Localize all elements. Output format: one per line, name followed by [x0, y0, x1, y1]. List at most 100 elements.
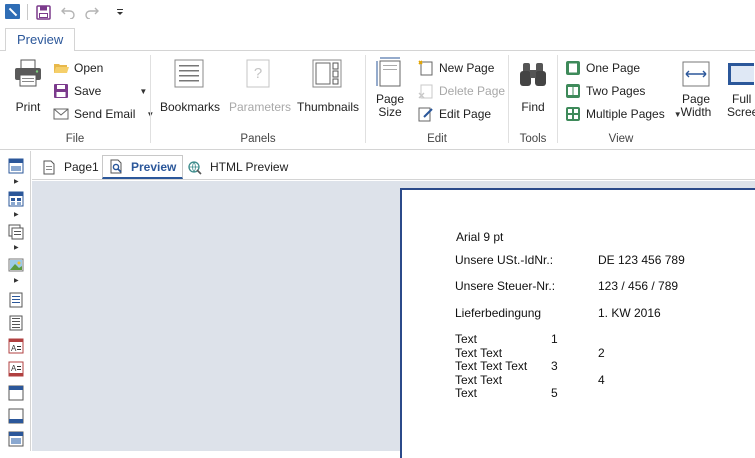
tab-preview-label: Preview — [131, 159, 177, 174]
page-icon — [42, 160, 56, 175]
save-icon[interactable] — [33, 2, 53, 22]
multiple-pages-icon — [565, 106, 581, 122]
quick-access-toolbar — [0, 0, 755, 24]
row-value: 1. KW 2016 — [598, 306, 661, 320]
full-screen-label-2: Screen — [727, 105, 755, 119]
page-header-band-icon[interactable] — [8, 292, 24, 308]
expand-arrow-icon[interactable]: ▶ — [14, 211, 19, 218]
data-band-icon[interactable] — [8, 315, 24, 331]
file-group: Print Open Save ▼ Send Email ▼ File — [0, 51, 154, 150]
delete-page-button[interactable]: Delete Page — [418, 81, 505, 101]
tools-group-label: Tools — [519, 133, 547, 145]
font-note: Arial 9 pt — [456, 230, 504, 244]
row-value: 123 / 456 / 789 — [598, 279, 679, 293]
text-row-text: Text — [455, 332, 478, 346]
tools-group: Find Tools — [509, 51, 557, 150]
page-width-label-2: Width — [680, 105, 712, 119]
edit-page-button[interactable]: Edit Page — [418, 104, 491, 124]
text-row-num: 3 — [551, 359, 558, 373]
save-button[interactable]: Save ▼ — [53, 81, 147, 101]
print-button[interactable]: Print — [8, 57, 48, 114]
text-row-text: Text Text — [455, 372, 503, 387]
preview-icon — [109, 159, 123, 174]
multiple-pages-button[interactable]: Multiple Pages ▼ — [565, 104, 682, 124]
tab-html-preview[interactable]: HTML Preview — [182, 155, 294, 179]
one-page-icon — [565, 60, 581, 76]
find-button[interactable]: Find — [517, 57, 549, 114]
tab-page1[interactable]: Page1 — [36, 155, 105, 179]
open-button[interactable]: Open — [53, 58, 103, 78]
document-tab-strip: Page1 Preview HTML Preview — [32, 151, 755, 180]
send-email-label: Send Email — [74, 107, 136, 121]
expand-arrow-icon[interactable]: ▶ — [14, 244, 19, 251]
view-group-label: View — [608, 133, 634, 145]
text-component-icon[interactable]: A — [8, 338, 24, 354]
new-page-icon — [418, 60, 434, 76]
tab-preview[interactable]: Preview — [5, 28, 76, 52]
rich-text-component-icon[interactable]: A — [8, 361, 24, 377]
panel-icon[interactable] — [8, 431, 24, 447]
multiple-pages-label: Multiple Pages — [586, 107, 665, 121]
panels-group: Bookmarks ? Parameters Thumbnails Panels — [151, 51, 365, 150]
expand-arrow-icon[interactable]: ▶ — [14, 277, 19, 284]
svg-text:A: A — [11, 344, 17, 353]
save-dropdown-icon[interactable]: ▼ — [139, 87, 147, 96]
redo-icon[interactable] — [82, 2, 102, 22]
save-label: Save — [74, 84, 102, 98]
page-size-button[interactable]: Page Size — [372, 57, 408, 119]
folder-open-icon — [53, 60, 69, 76]
text-row-num: 1 — [551, 332, 558, 346]
thumbnails-icon — [311, 57, 343, 89]
thumbnails-button[interactable]: Thumbnails — [297, 57, 360, 114]
page-size-icon — [374, 57, 406, 89]
text-row-num: 5 — [551, 386, 558, 400]
undo-icon[interactable] — [58, 2, 78, 22]
cross-band-icon[interactable] — [8, 191, 24, 207]
image-component-icon[interactable] — [8, 257, 24, 273]
parameters-button[interactable]: ? Parameters — [229, 57, 291, 114]
bookmarks-button[interactable]: Bookmarks — [160, 57, 220, 114]
full-screen-button[interactable]: Full Screen — [724, 57, 755, 119]
new-page-label: New Page — [439, 61, 495, 75]
row-label: Unsere USt.-IdNr.: — [455, 253, 554, 267]
page-width-button[interactable]: Page Width — [678, 57, 714, 119]
view-group: One Page Two Pages Multiple Pages ▼ Page… — [558, 51, 755, 150]
tab-html-preview-label: HTML Preview — [210, 160, 289, 174]
edit-group: Page Size New Page Delete Page Edit Page… — [366, 51, 508, 150]
full-screen-icon — [726, 57, 755, 89]
text-row-text: Text — [455, 386, 478, 400]
two-pages-label: Two Pages — [586, 84, 646, 98]
new-page-button[interactable]: New Page — [418, 58, 494, 78]
edit-page-label: Edit Page — [439, 107, 492, 121]
thumbnails-label: Thumbnails — [297, 100, 360, 114]
parameters-icon: ? — [242, 57, 274, 89]
header-panel-icon[interactable] — [8, 385, 24, 401]
row-value: DE 123 456 789 — [598, 253, 685, 267]
find-label: Find — [521, 100, 545, 114]
app-icon[interactable] — [5, 4, 20, 19]
one-page-button[interactable]: One Page — [565, 58, 640, 78]
expand-arrow-icon[interactable]: ▶ — [14, 178, 19, 185]
text-row-text: Text Text Text — [455, 359, 528, 373]
edit-group-label: Edit — [427, 133, 447, 145]
html-preview-icon — [188, 160, 202, 175]
toolbox: ▶ ▶ ▶ ▶ A A — [0, 151, 31, 451]
binoculars-icon — [517, 57, 549, 89]
footer-panel-icon[interactable] — [8, 408, 24, 424]
one-page-label: One Page — [586, 61, 641, 75]
send-email-button[interactable]: Send Email ▼ — [53, 104, 154, 124]
delete-page-icon — [418, 83, 434, 99]
open-label: Open — [74, 61, 104, 75]
two-pages-button[interactable]: Two Pages — [565, 81, 645, 101]
text-row-num: 2 — [598, 345, 605, 360]
tab-page1-label: Page1 — [64, 160, 99, 174]
customize-qat-icon[interactable] — [110, 2, 130, 22]
tab-preview-document[interactable]: Preview — [102, 155, 184, 179]
text-row-num: 4 — [598, 372, 605, 387]
table-component-icon[interactable] — [8, 224, 24, 240]
qat-separator — [27, 4, 28, 20]
svg-text:?: ? — [254, 65, 262, 82]
ribbon-tab-strip: Preview — [0, 24, 755, 52]
band-icon[interactable] — [8, 158, 24, 174]
delete-page-label: Delete Page — [439, 84, 506, 98]
